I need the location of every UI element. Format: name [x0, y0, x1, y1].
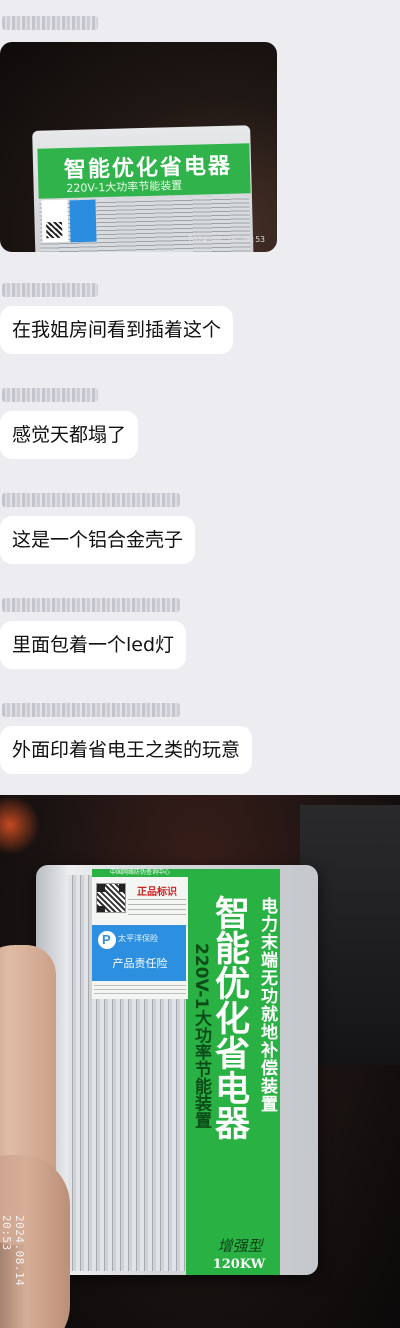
message-text: 外面印着省电王之类的玩意 [12, 739, 241, 761]
message-image-thumbnail[interactable]: 智能优化省电器 220V-1大功率节能装置 2024.08.14 20:53 [0, 42, 277, 252]
device-voltage: 220V-1大功率节能装置 [66, 179, 183, 196]
qr-code-icon [96, 883, 126, 913]
message-bubble[interactable]: 感觉天都塌了 [0, 411, 139, 459]
label-fine-print [128, 899, 186, 917]
insurance-text: 产品责任险 [112, 957, 168, 970]
photo-timestamp: 2024.08.14 20:53 [0, 1215, 26, 1287]
sender-name-blurred [2, 16, 98, 30]
message-bubble[interactable]: 这是一个铝合金壳子 [0, 516, 196, 564]
message-bubble[interactable]: 里面包着一个led灯 [0, 621, 187, 669]
device-model: 增强型 [217, 1237, 263, 1255]
background-light [0, 795, 40, 855]
photo-timestamp: 2024.08.14 20:53 [187, 235, 265, 244]
sender-name-blurred [2, 283, 98, 297]
device-power: 120KW [212, 1257, 266, 1272]
message-bubble[interactable]: 外面印着省电王之类的玩意 [0, 726, 253, 774]
message-text: 在我姐房间看到插着这个 [12, 319, 222, 341]
device-voltage: 220V-1大功率节能装置 [191, 943, 211, 1129]
label-fine-print [94, 985, 186, 995]
message-text: 这是一个铝合金壳子 [12, 529, 184, 551]
sender-name-blurred [2, 493, 180, 507]
insurer-name: 太平洋保险 [118, 934, 158, 943]
genuine-mark: 正品标识 [137, 887, 177, 898]
message-text: 里面包着一个led灯 [12, 634, 175, 656]
message-text: 感觉天都塌了 [12, 424, 127, 446]
message-image-large[interactable]: 智能优化省电器 电力末端无功就地补偿装置 220V-1大功率节能装置 增强型 1… [0, 795, 400, 1328]
sender-name-blurred [2, 388, 98, 402]
insurance-sticker [69, 199, 97, 243]
message-bubble[interactable]: 在我姐房间看到插着这个 [0, 306, 234, 354]
insurer-logo-icon [98, 931, 116, 949]
label-header: 中国网络防伪查询中心 [109, 869, 170, 876]
qr-code-icon [41, 199, 69, 243]
sender-name-blurred [2, 598, 180, 612]
device-subtitle: 电力末端无功就地补偿装置 [257, 897, 277, 1113]
device-green-label: 智能优化省电器 220V-1大功率节能装置 [37, 143, 251, 199]
sender-name-blurred [2, 703, 180, 717]
